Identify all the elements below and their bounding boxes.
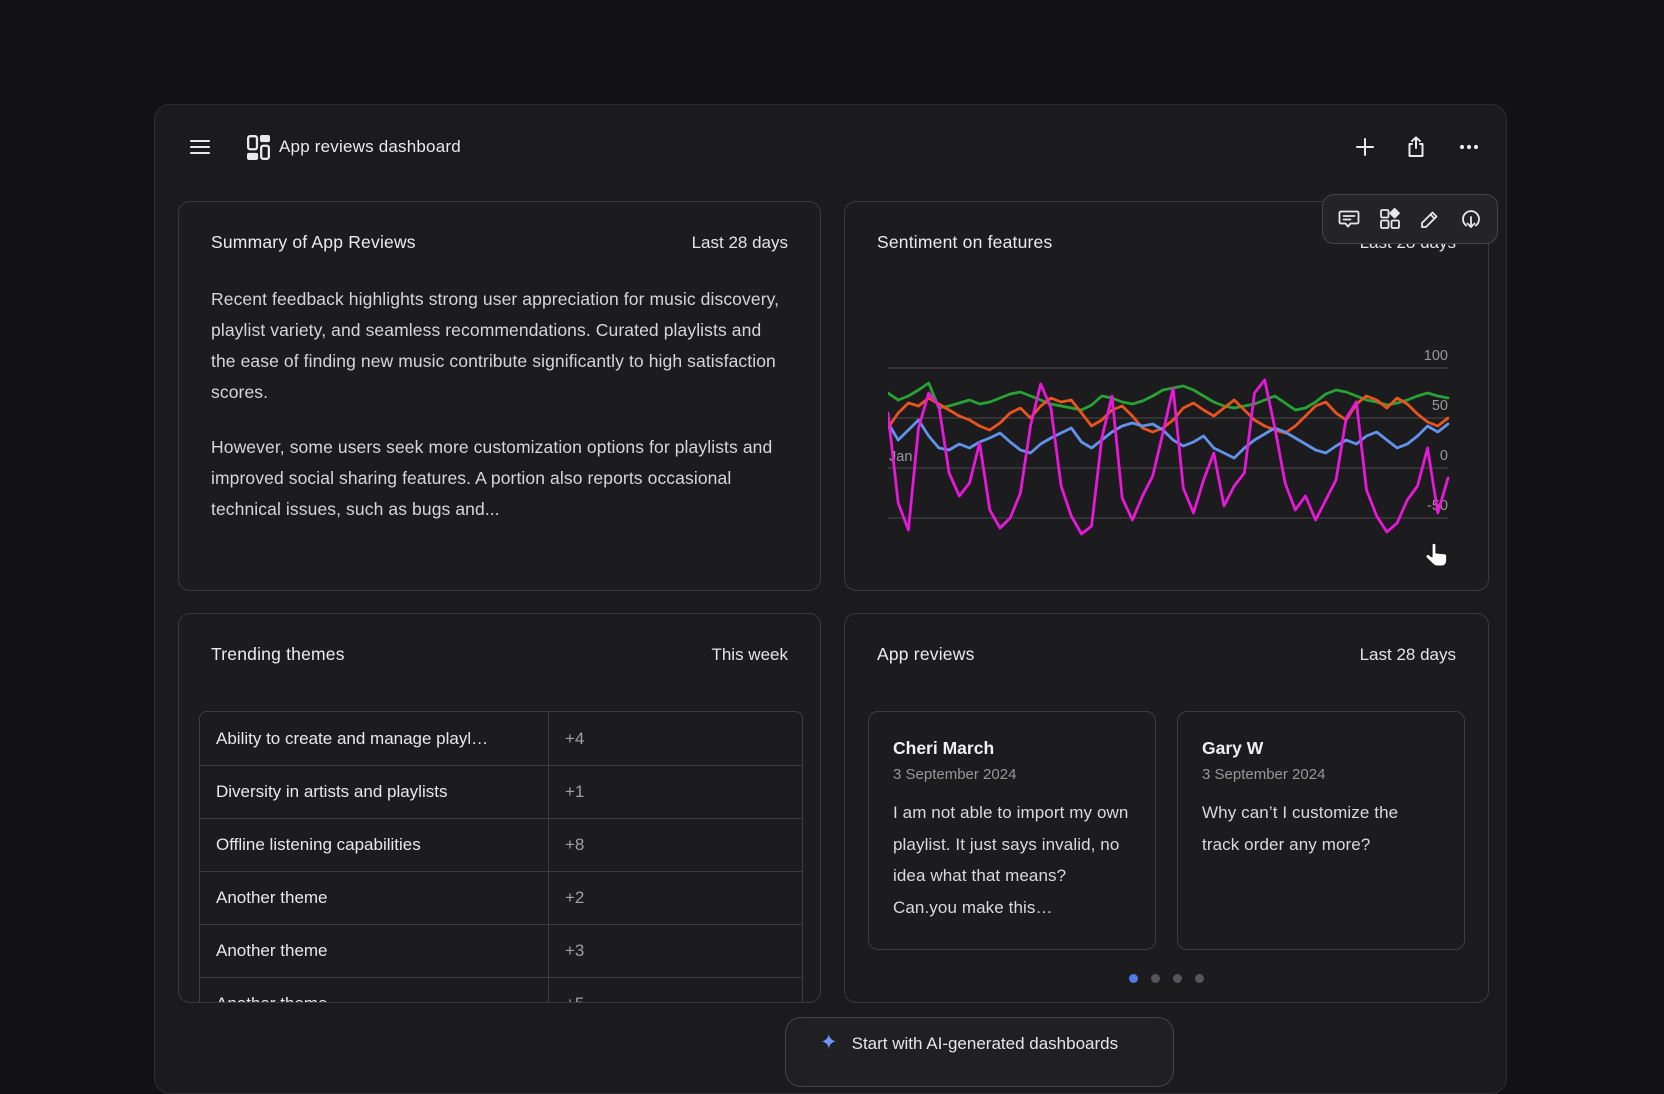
reviews-card-range[interactable]: Last 28 days: [1360, 645, 1456, 665]
themes-card-title: Trending themes: [211, 644, 345, 665]
trending-themes-card: Trending themes This week Ability to cre…: [178, 613, 821, 1003]
theme-label: Another theme: [200, 872, 549, 924]
review-date: 3 September 2024: [1202, 766, 1440, 783]
theme-delta: +1: [549, 782, 802, 802]
widget-toolbar: [1322, 194, 1498, 244]
review-tile[interactable]: Cheri March 3 September 2024 I am not ab…: [868, 711, 1156, 950]
theme-delta: +8: [549, 835, 802, 855]
sentiment-chart: 100500-50Jan: [888, 342, 1450, 544]
pagination-dot[interactable]: [1195, 974, 1204, 983]
dashboard-logo-icon: [240, 129, 276, 165]
reviews-pagination: [845, 974, 1488, 983]
review-text: I am not able to import my own playlist.…: [893, 797, 1131, 923]
theme-delta: +5: [549, 994, 802, 1003]
theme-label: Ability to create and manage playl…: [200, 712, 549, 765]
summary-paragraph: Recent feedback highlights strong user a…: [211, 284, 788, 408]
sentiment-card-title: Sentiment on features: [877, 232, 1052, 253]
table-row[interactable]: Another theme +5: [200, 977, 802, 1003]
review-tile[interactable]: Gary W 3 September 2024 Why can’t I cust…: [1177, 711, 1465, 950]
page-title: App reviews dashboard: [279, 129, 461, 165]
review-author: Gary W: [1202, 738, 1440, 759]
pagination-dot[interactable]: [1173, 974, 1182, 983]
sparkle-icon: ✦: [820, 1032, 838, 1053]
theme-label: Diversity in artists and playlists: [200, 766, 549, 818]
ai-popup-label: Start with AI-generated dashboards: [852, 1032, 1119, 1054]
table-row[interactable]: Diversity in artists and playlists +1: [200, 765, 802, 818]
more-options-button[interactable]: [1451, 129, 1487, 165]
theme-delta: +3: [549, 941, 802, 961]
share-button[interactable]: [1398, 129, 1434, 165]
table-row[interactable]: Another theme +3: [200, 924, 802, 977]
three-dots-icon: [1459, 144, 1479, 150]
sentiment-card: Sentiment on features Last 28 days 10050…: [844, 201, 1489, 591]
themes-card-range[interactable]: This week: [711, 645, 788, 665]
hamburger-menu-button[interactable]: [182, 129, 218, 165]
pagination-dot[interactable]: [1151, 974, 1160, 983]
themes-table: Ability to create and manage playl… +4 D…: [199, 711, 803, 1003]
summary-card-range[interactable]: Last 28 days: [692, 233, 788, 253]
svg-text:100: 100: [1424, 348, 1448, 364]
review-text: Why can’t I customize the track order an…: [1202, 797, 1440, 860]
summary-card: Summary of App Reviews Last 28 days Rece…: [178, 201, 821, 591]
table-row[interactable]: Offline listening capabilities +8: [200, 818, 802, 871]
table-row[interactable]: Another theme +2: [200, 871, 802, 924]
app-reviews-card: App reviews Last 28 days Cheri March 3 S…: [844, 613, 1489, 1003]
reviews-card-title: App reviews: [877, 644, 975, 665]
download-icon: [1460, 208, 1482, 230]
svg-text:0: 0: [1440, 448, 1448, 464]
widgets-button[interactable]: [1373, 202, 1407, 236]
summary-paragraph: However, some users seek more customizat…: [211, 432, 788, 525]
theme-delta: +4: [549, 729, 802, 749]
theme-label: Another theme: [200, 978, 549, 1003]
comment-icon: [1338, 208, 1360, 230]
share-icon: [1406, 136, 1426, 158]
review-date: 3 September 2024: [893, 766, 1131, 783]
edit-pencil-icon: [1419, 208, 1441, 230]
theme-label: Offline listening capabilities: [200, 819, 549, 871]
summary-text: Recent feedback highlights strong user a…: [211, 284, 788, 525]
comment-button[interactable]: [1332, 202, 1366, 236]
download-button[interactable]: [1454, 202, 1488, 236]
table-row[interactable]: Ability to create and manage playl… +4: [200, 712, 802, 765]
theme-label: Another theme: [200, 925, 549, 977]
main-window: App reviews dashboard Summary of App Rev…: [154, 104, 1507, 1094]
plus-icon: [1356, 138, 1374, 156]
widgets-icon: [1379, 208, 1401, 230]
summary-card-title: Summary of App Reviews: [211, 232, 416, 253]
ai-suggestion-popup[interactable]: ✦ Start with AI-generated dashboards: [785, 1017, 1174, 1087]
hamburger-icon: [190, 139, 210, 155]
pagination-dot[interactable]: [1129, 974, 1138, 983]
edit-button[interactable]: [1413, 202, 1447, 236]
add-widget-button[interactable]: [1347, 129, 1383, 165]
svg-text:50: 50: [1432, 398, 1448, 414]
review-author: Cheri March: [893, 738, 1131, 759]
theme-delta: +2: [549, 888, 802, 908]
